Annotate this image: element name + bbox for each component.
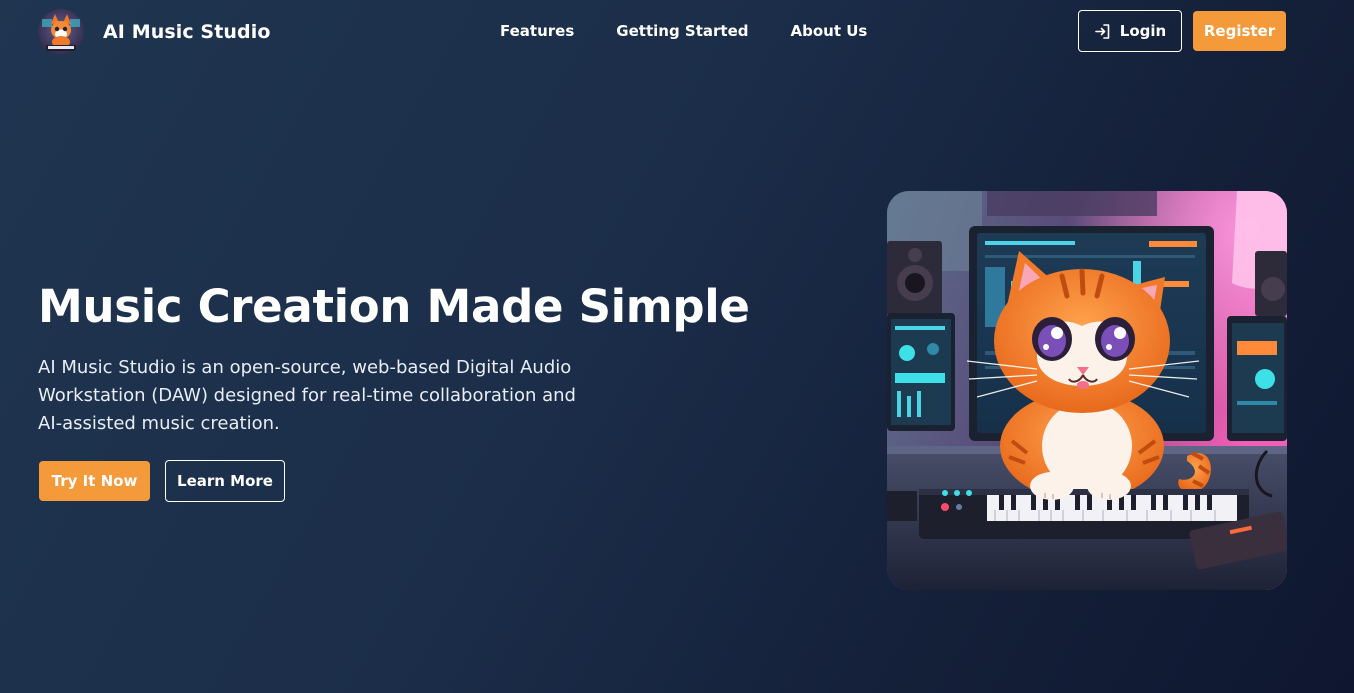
register-button[interactable]: Register (1193, 11, 1286, 51)
login-button-label: Login (1119, 22, 1167, 40)
login-button[interactable]: Login (1078, 10, 1182, 52)
hero-image-cat-keyboard (887, 191, 1287, 590)
hero-description: AI Music Studio is an open-source, web-b… (38, 357, 576, 434)
brand-home-link[interactable]: AI Music Studio (38, 9, 270, 55)
cat-logo-icon (38, 9, 84, 55)
nav-link-getting-started[interactable]: Getting Started (616, 22, 748, 40)
learn-more-button[interactable]: Learn More (165, 460, 285, 502)
sign-in-icon (1094, 23, 1110, 39)
navbar: AI Music Studio Features Getting Started… (0, 0, 1354, 64)
nav-link-about-us[interactable]: About Us (790, 22, 867, 40)
nav-links: Features Getting Started About Us (500, 22, 909, 40)
brand-name: AI Music Studio (103, 21, 271, 43)
try-it-now-button[interactable]: Try It Now (39, 461, 150, 501)
hero-title: Music Creation Made Simple (38, 280, 750, 333)
nav-link-features[interactable]: Features (500, 22, 574, 40)
